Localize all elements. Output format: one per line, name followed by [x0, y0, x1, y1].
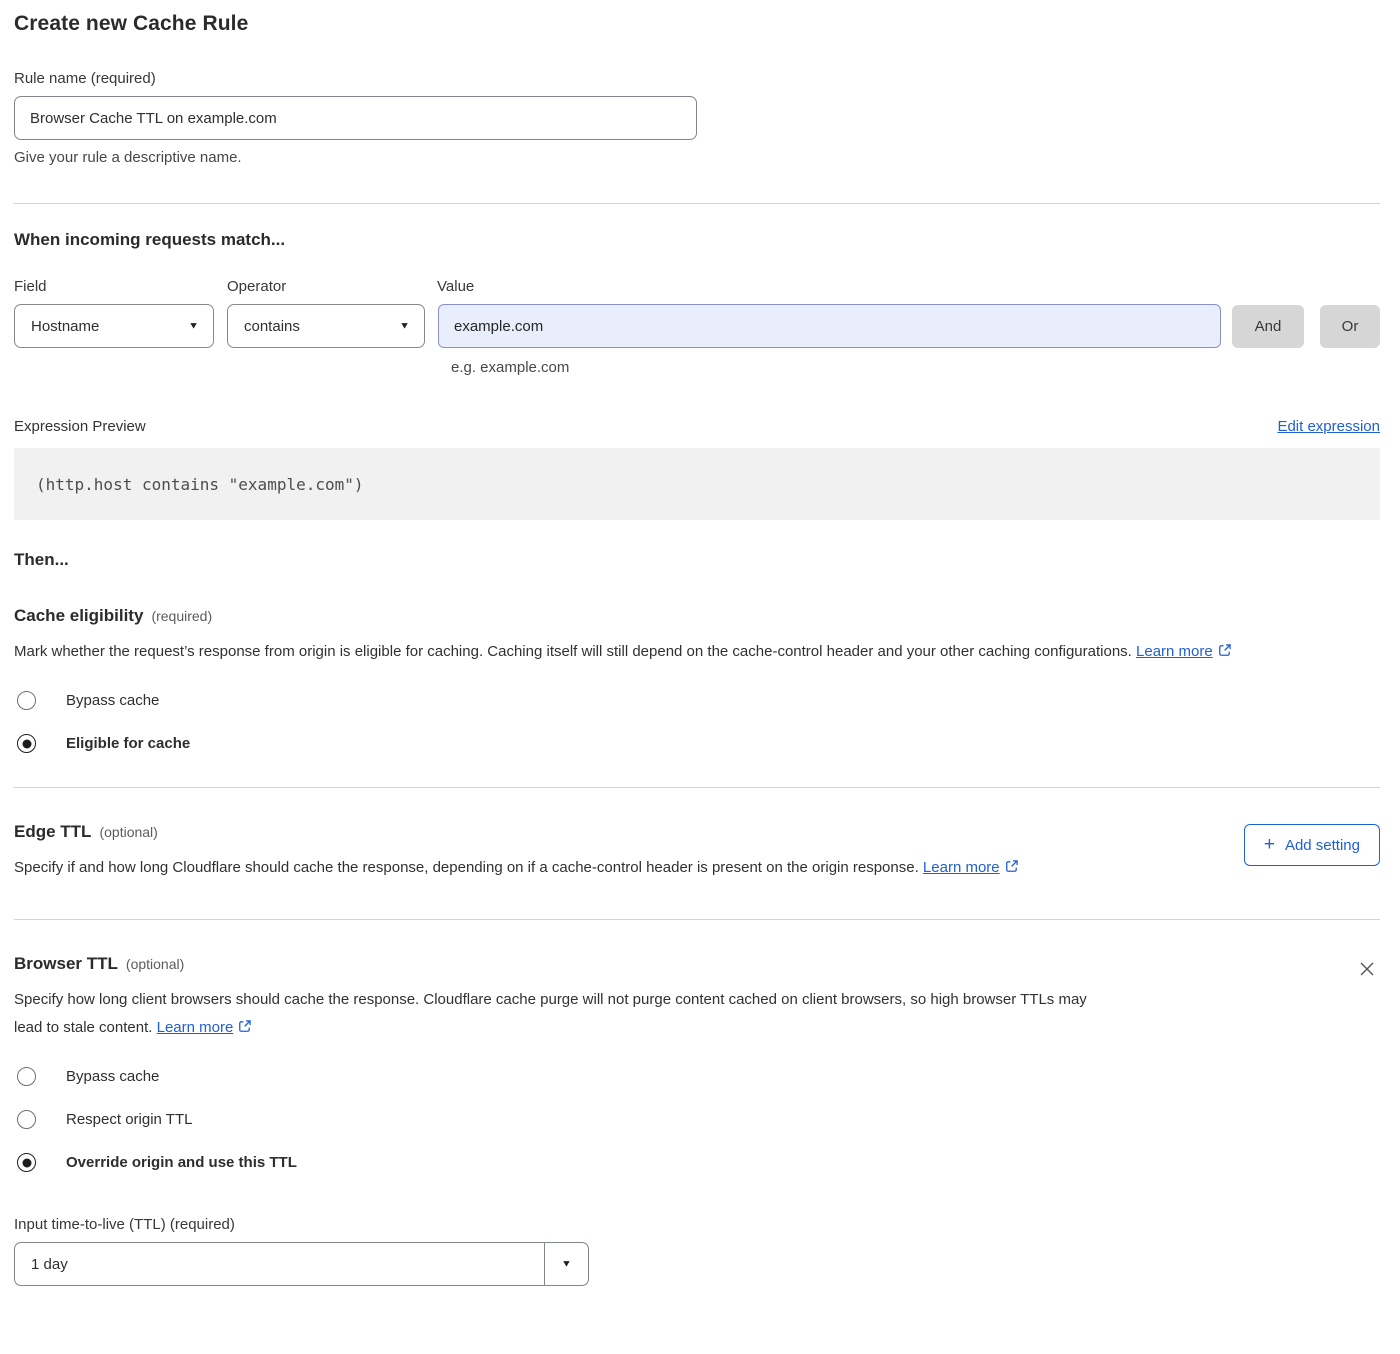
learn-more-link[interactable]: Learn more: [1136, 643, 1213, 660]
expression-code: (http.host contains "example.com"): [36, 475, 364, 494]
radio-icon: [17, 1067, 36, 1086]
section-divider: [14, 919, 1380, 920]
edge-ttl-title: Edge TTL: [14, 822, 91, 842]
chevron-down-icon: ▼: [561, 1259, 572, 1268]
and-button[interactable]: And: [1232, 305, 1304, 348]
radio-icon: [17, 1153, 36, 1172]
value-label: Value: [437, 278, 474, 295]
ttl-select[interactable]: 1 day ▼: [14, 1242, 589, 1286]
rule-name-help: Give your rule a descriptive name.: [14, 149, 1380, 166]
section-divider: [14, 787, 1380, 788]
or-button[interactable]: Or: [1320, 305, 1380, 348]
page-title: Create new Cache Rule: [14, 12, 1380, 36]
browser-ttl-qualifier: (optional): [126, 956, 184, 972]
operator-select[interactable]: contains ▼: [227, 304, 425, 348]
ttl-select-value: 1 day: [15, 1243, 544, 1285]
learn-more-link[interactable]: Learn more: [157, 1019, 234, 1036]
operator-label: Operator: [227, 278, 437, 295]
ttl-select-arrow[interactable]: ▼: [544, 1243, 588, 1285]
cache-eligibility-radio-group: Bypass cache Eligible for cache: [14, 691, 1380, 753]
expression-preview-label: Expression Preview: [14, 418, 146, 435]
radio-bypass-cache[interactable]: Bypass cache: [14, 691, 1380, 710]
browser-ttl-radio-group: Bypass cache Respect origin TTL Override…: [14, 1067, 1380, 1172]
edit-expression-link[interactable]: Edit expression: [1277, 418, 1380, 435]
edge-ttl-qualifier: (optional): [99, 824, 157, 840]
radio-respect-origin-ttl[interactable]: Respect origin TTL: [14, 1110, 1380, 1129]
value-hint: e.g. example.com: [451, 359, 1380, 376]
ttl-input-label: Input time-to-live (TTL) (required): [14, 1216, 1380, 1233]
external-link-icon: [1005, 855, 1019, 883]
add-setting-button[interactable]: + Add setting: [1244, 824, 1380, 866]
edge-ttl-description: Specify if and how long Cloudflare shoul…: [14, 854, 1019, 883]
external-link-icon: [1218, 639, 1232, 667]
value-input[interactable]: [438, 304, 1221, 348]
radio-icon: [17, 734, 36, 753]
browser-ttl-description: Specify how long client browsers should …: [14, 986, 1092, 1043]
browser-ttl-title: Browser TTL: [14, 954, 118, 974]
expression-code-block: (http.host contains "example.com"): [14, 448, 1380, 520]
cache-eligibility-title: Cache eligibility: [14, 606, 143, 626]
radio-icon: [17, 1110, 36, 1129]
field-label: Field: [14, 278, 227, 295]
match-heading: When incoming requests match...: [14, 230, 1380, 250]
learn-more-link[interactable]: Learn more: [923, 859, 1000, 876]
radio-browser-bypass-cache[interactable]: Bypass cache: [14, 1067, 1380, 1086]
chevron-down-icon: ▼: [188, 321, 199, 330]
close-icon: [1358, 960, 1376, 978]
external-link-icon: [238, 1015, 252, 1043]
radio-eligible-for-cache[interactable]: Eligible for cache: [14, 734, 1380, 753]
close-browser-ttl-button[interactable]: [1354, 956, 1380, 985]
field-select-value: Hostname: [31, 318, 99, 335]
then-heading: Then...: [14, 550, 1380, 570]
field-select[interactable]: Hostname ▼: [14, 304, 214, 348]
radio-icon: [17, 691, 36, 710]
cache-eligibility-description: Mark whether the request’s response from…: [14, 638, 1359, 667]
operator-select-value: contains: [244, 318, 300, 335]
rule-name-input[interactable]: [14, 96, 697, 140]
chevron-down-icon: ▼: [399, 321, 410, 330]
plus-icon: +: [1264, 835, 1275, 854]
cache-eligibility-qualifier: (required): [151, 608, 212, 624]
section-divider: [14, 203, 1380, 204]
rule-name-label: Rule name (required): [14, 70, 1380, 87]
radio-override-origin-ttl[interactable]: Override origin and use this TTL: [14, 1153, 1380, 1172]
